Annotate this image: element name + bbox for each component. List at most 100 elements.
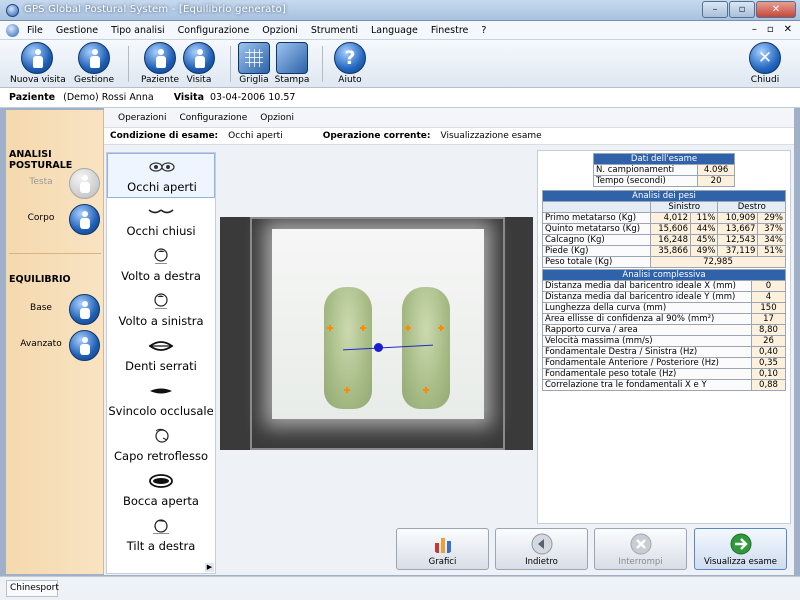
head-back-icon: [155, 428, 169, 443]
person-icon: [78, 42, 110, 74]
exam-item-tilt-destra[interactable]: Tilt a destra: [107, 513, 215, 558]
marker: [438, 325, 444, 331]
total-weight-label: Peso totale (Kg): [542, 256, 651, 268]
section-balance: EQUILIBRIO: [9, 274, 71, 285]
table-row: Velocità massima (mm/s) 26: [542, 335, 786, 347]
face-right-icon: [154, 248, 168, 264]
left-percent: 49%: [689, 245, 719, 257]
menu-configurazione[interactable]: Configurazione: [178, 25, 250, 36]
balance-base-item[interactable]: Base: [6, 292, 104, 326]
left-value: 16,248: [650, 234, 691, 246]
left-panel-divider: [9, 253, 101, 254]
exam-item-denti-serrati[interactable]: Denti serrati: [107, 333, 215, 378]
left-percent: 45%: [689, 234, 719, 246]
eyes-closed-icon: [148, 209, 174, 214]
right-percent: 51%: [757, 245, 786, 257]
menu-gestione[interactable]: Gestione: [56, 25, 98, 36]
menu-tipo-analisi[interactable]: Tipo analisi: [111, 25, 165, 36]
stop-button[interactable]: Interrompi: [594, 528, 687, 570]
help-icon: ?: [334, 42, 366, 74]
exam-item-svincolo-occlusale[interactable]: Svincolo occlusale: [107, 378, 215, 423]
view-exam-button[interactable]: Visualizza esame: [694, 528, 787, 570]
right-value: 37,119: [717, 245, 759, 257]
row-label: Velocità massima (mm/s): [542, 335, 752, 347]
feet-advanced-icon: [69, 330, 100, 361]
menu-language[interactable]: Language: [371, 25, 418, 36]
face-left-icon: [154, 293, 168, 309]
status-bar: Chinesport: [0, 576, 800, 600]
analysis-type-panel: ANALISI POSTURALE Testa Corpo EQUILIBRIO…: [6, 110, 104, 574]
new-visit-label: Nuova visita: [10, 75, 66, 85]
main-toolbar: Nuova visita Gestione Paziente Visita Gr…: [0, 40, 800, 88]
submenu-opzioni[interactable]: Opzioni: [260, 113, 294, 123]
row-label: Distanza media dal baricentro ideale Y (…: [542, 291, 752, 303]
row-label: Fondamentale Destra / Sinistra (Hz): [542, 346, 752, 358]
exam-item-volto-destra[interactable]: Volto a destra: [107, 243, 215, 288]
exam-item-capo-retroflesso[interactable]: Capo retroflesso: [107, 423, 215, 468]
weights-title: Analisi dei pesi: [542, 190, 786, 202]
table-row: Quinto metatarso (Kg) 15,606 44% 13,667 …: [542, 223, 786, 235]
print-label: Stampa: [274, 75, 310, 85]
samples-label: N. campionamenti: [592, 164, 699, 176]
table-row: Fondamentale Anteriore / Posteriore (Hz)…: [542, 357, 786, 369]
table-row: Primo metatarso (Kg) 4,012 11% 10,909 29…: [542, 212, 786, 224]
mdi-app-icon[interactable]: [6, 23, 19, 37]
new-visit-button[interactable]: Nuova visita: [10, 42, 66, 85]
row-label: Rapporto curva / area: [542, 324, 752, 336]
visit-icon: [183, 42, 215, 74]
exam-item-occhi-chiusi[interactable]: Occhi chiusi: [107, 198, 215, 243]
menu-help[interactable]: ?: [481, 25, 486, 36]
submenu-configurazione[interactable]: Configurazione: [180, 113, 248, 123]
balance-advanced-item[interactable]: Avanzato: [6, 328, 104, 362]
chart-icon: [434, 538, 451, 553]
main-area: Operazioni Configurazione Opzioni Condiz…: [104, 108, 794, 575]
menu-opzioni[interactable]: Opzioni: [262, 25, 298, 36]
row-value: 150: [751, 302, 786, 314]
right-percent: 34%: [757, 234, 786, 246]
visit-button[interactable]: Visita: [172, 42, 226, 85]
row-label: Quinto metatarso (Kg): [542, 223, 651, 235]
row-label: Lunghezza della curva (mm): [542, 302, 752, 314]
exam-item-volto-sinistra[interactable]: Volto a sinistra: [107, 288, 215, 333]
body-icon: [69, 204, 100, 235]
print-button[interactable]: Stampa: [265, 42, 319, 85]
menu-strumenti[interactable]: Strumenti: [311, 25, 358, 36]
mdi-minimize-button[interactable]: –: [752, 24, 757, 35]
window-controls: – ▫ ✕: [702, 1, 796, 18]
analysis-testa-item[interactable]: Testa: [6, 166, 104, 200]
mdi-restore-button[interactable]: ▫: [767, 24, 774, 35]
toolbar-separator: [128, 46, 129, 82]
list-scroll-arrow[interactable]: ▶: [205, 563, 214, 572]
row-value: 0,88: [751, 379, 786, 391]
center-of-pressure-marker: [374, 343, 383, 352]
back-button[interactable]: Indietro: [495, 528, 588, 570]
view-exam-label: Visualizza esame: [704, 557, 777, 567]
stats-panel: Dati dell'esame N. campionamenti 4.096 T…: [537, 150, 791, 524]
mdi-controls: – ▫ ✕: [752, 24, 792, 35]
platform-frame: [250, 217, 505, 450]
avanzato-label: Avanzato: [20, 339, 62, 349]
samples-value: 4.096: [697, 164, 735, 176]
menu-file[interactable]: File: [27, 25, 43, 36]
exam-item-occhi-aperti[interactable]: Occhi aperti: [107, 153, 215, 198]
close-window-button[interactable]: ✕: [756, 1, 796, 18]
exam-item-bocca-aperta[interactable]: Bocca aperta: [107, 468, 215, 513]
row-label: Calcagno (Kg): [542, 234, 651, 246]
minimize-button[interactable]: –: [702, 1, 728, 18]
help-button[interactable]: ? Aiuto: [323, 42, 377, 85]
stop-icon: [630, 533, 651, 555]
visit-label: Visita: [186, 75, 212, 85]
mdi-close-button[interactable]: ✕: [784, 24, 792, 35]
left-value: 4,012: [650, 212, 691, 224]
exam-label: Volto a sinistra: [118, 314, 204, 328]
menu-finestre[interactable]: Finestre: [431, 25, 469, 36]
back-arrow-icon: [531, 533, 552, 555]
gestione-button[interactable]: Gestione: [67, 42, 121, 85]
analysis-corpo-item[interactable]: Corpo: [6, 202, 104, 236]
menu-bar: File Gestione Tipo analisi Configurazion…: [0, 21, 800, 40]
charts-button[interactable]: Grafici: [396, 528, 489, 570]
left-value: 15,606: [650, 223, 691, 235]
submenu-operazioni[interactable]: Operazioni: [118, 113, 167, 123]
close-button[interactable]: ✕ Chiudi: [738, 42, 792, 85]
maximize-button[interactable]: ▫: [729, 1, 755, 18]
